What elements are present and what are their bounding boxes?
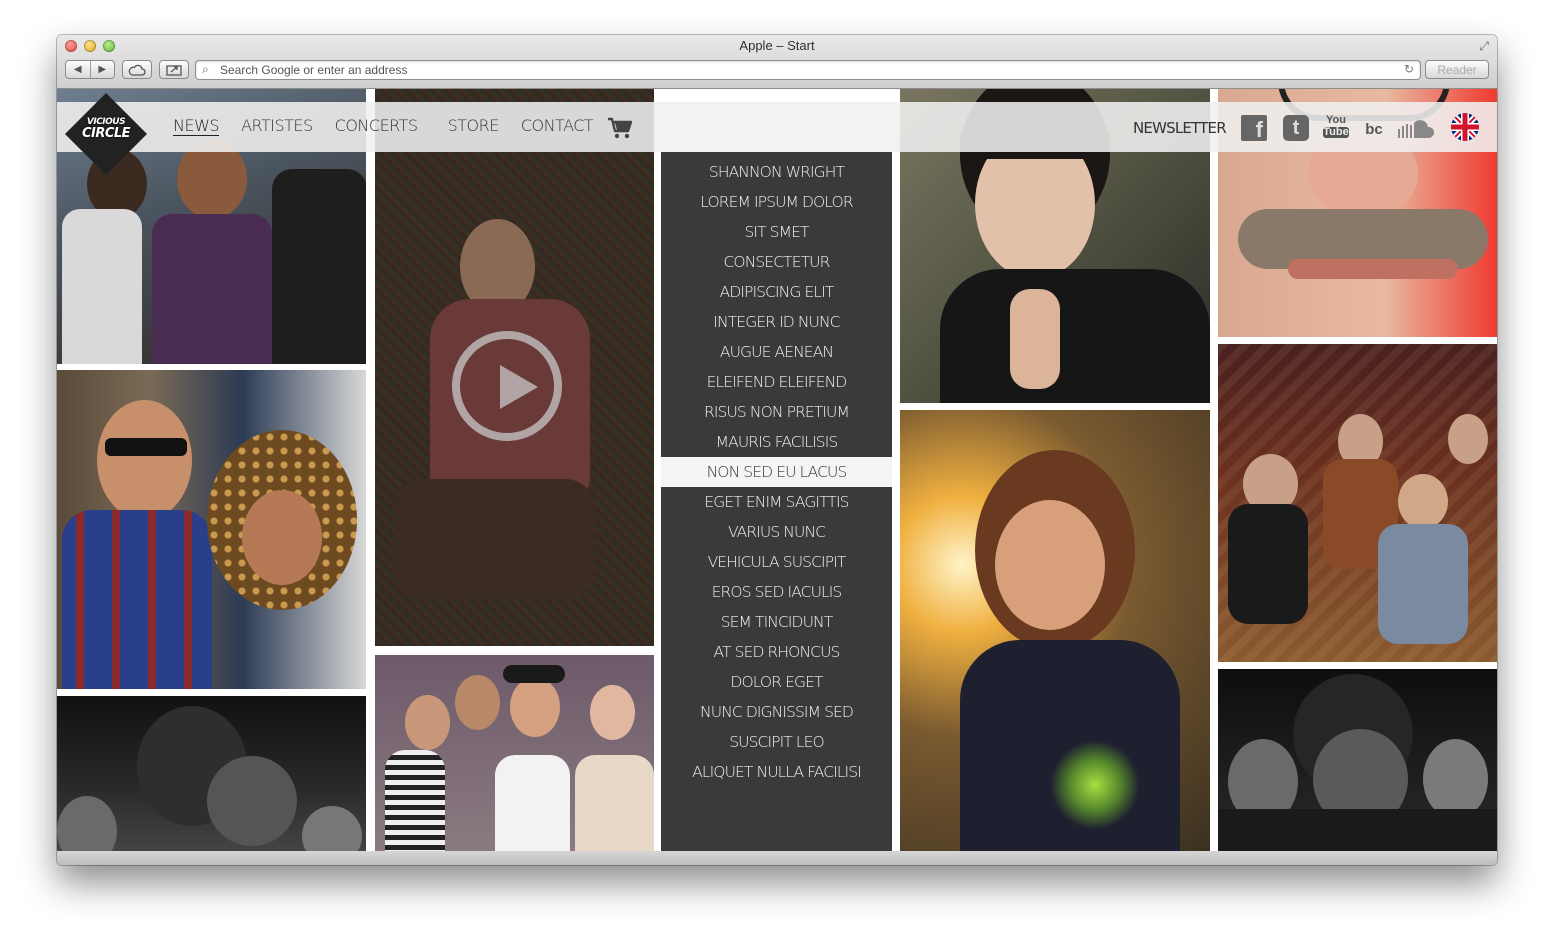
photo-woman-sunlight[interactable] — [900, 410, 1210, 851]
artist-menu-item[interactable]: DOLOR EGET — [661, 667, 892, 697]
share-icon — [166, 65, 182, 76]
photo-figure — [1228, 504, 1308, 624]
cloud-icon — [128, 64, 146, 76]
artist-menu-item[interactable]: SIT SMET — [661, 217, 892, 247]
artist-menu-item-active[interactable]: NON SED EU LACUS — [661, 457, 892, 487]
photo-figure — [207, 756, 297, 846]
artist-menu-item[interactable]: SEM TINCIDUNT — [661, 607, 892, 637]
photo-figure — [1423, 739, 1488, 819]
photo-band-cafe[interactable] — [1218, 344, 1497, 662]
artist-menu: SHANNON WRIGHT LOREM IPSUM DOLOR SIT SME… — [661, 152, 892, 851]
photo-figure — [152, 214, 272, 364]
photo-figure — [495, 755, 570, 851]
photo-figure — [1218, 809, 1497, 851]
artist-menu-item[interactable]: ADIPISCING ELIT — [661, 277, 892, 307]
artist-menu-item[interactable]: MAURIS FACILISIS — [661, 427, 892, 457]
photo-figure — [395, 479, 595, 599]
photo-figure — [272, 169, 366, 364]
photo-figure — [995, 500, 1105, 630]
lens-flare — [1050, 740, 1140, 830]
search-icon: ⌕ — [202, 62, 209, 76]
artist-menu-item[interactable]: ALIQUET NULLA FACILISI — [661, 757, 892, 787]
nav-artistes[interactable]: ARTISTES — [241, 116, 313, 135]
artist-menu-item[interactable]: VARIUS NUNC — [661, 517, 892, 547]
forward-button[interactable]: ▶ — [91, 64, 115, 75]
photo-figure — [62, 209, 142, 364]
lips — [1288, 259, 1458, 279]
window-title: Apple – Start — [739, 38, 815, 53]
artist-menu-item[interactable]: VEHICULA SUSCIPIT — [661, 547, 892, 577]
photo-band-bw[interactable] — [57, 696, 366, 851]
artist-menu-item[interactable]: NUNC DIGNISSIM SED — [661, 697, 892, 727]
address-input[interactable] — [220, 62, 1370, 78]
nav-contact[interactable]: CONTACT — [521, 116, 594, 135]
photo-figure — [1398, 474, 1448, 529]
facebook-icon[interactable]: f — [1241, 115, 1267, 142]
bandcamp-icon[interactable]: bc — [1361, 115, 1387, 141]
youtube-label-bottom: Tube — [1323, 126, 1349, 138]
photo-figure — [385, 750, 445, 851]
reload-icon[interactable]: ↻ — [1404, 62, 1414, 76]
artist-menu-item[interactable]: RISUS NON PRETIUM — [661, 397, 892, 427]
hand — [1010, 289, 1060, 389]
youtube-icon[interactable]: You Tube — [1323, 115, 1349, 141]
photo-figure — [242, 490, 322, 585]
youtube-label-top: You — [1326, 114, 1346, 126]
photo-figure — [57, 796, 117, 851]
photo-figure — [455, 675, 500, 730]
site-logo[interactable]: VICIOUS CIRCLE — [69, 116, 143, 140]
nav-news[interactable]: NEWS — [173, 116, 220, 135]
artist-menu-item[interactable]: AT SED RHONCUS — [661, 637, 892, 667]
hat — [503, 665, 565, 683]
fullscreen-icon[interactable]: ⤢ — [1479, 39, 1489, 54]
soundcloud-icon[interactable] — [1397, 119, 1437, 139]
photo-figure — [590, 685, 635, 740]
cart-icon[interactable] — [607, 117, 633, 139]
icloud-tabs-button[interactable] — [122, 60, 152, 79]
photo-band-group[interactable] — [375, 655, 654, 851]
play-icon[interactable] — [452, 331, 562, 441]
reader-button[interactable]: Reader — [1425, 60, 1489, 79]
nav-store[interactable]: STORE — [448, 116, 500, 135]
photo-figure — [62, 510, 212, 689]
photo-figure — [1448, 414, 1488, 464]
photo-figure — [97, 400, 192, 520]
photo-figure — [575, 755, 654, 851]
artist-menu-item[interactable]: EROS SED IACULIS — [661, 577, 892, 607]
back-button[interactable]: ◀ — [66, 64, 90, 75]
artist-menu-item[interactable]: SHANNON WRIGHT — [661, 157, 892, 187]
twitter-icon[interactable]: t — [1283, 115, 1309, 141]
browser-toolbar: Apple – Start ⤢ ◀ ▶ ⌕ ↻ Reader — [57, 35, 1497, 89]
artist-menu-item[interactable]: CONSECTETUR — [661, 247, 892, 277]
uk-flag-icon[interactable] — [1451, 113, 1479, 141]
main-nav: NEWS ARTISTES CONCERTS STORE CONTACT — [173, 116, 615, 135]
nav-concerts[interactable]: CONCERTS — [335, 116, 418, 135]
web-page: SHANNON WRIGHT LOREM IPSUM DOLOR SIT SME… — [57, 89, 1497, 851]
artist-menu-item[interactable]: EGET ENIM SAGITTIS — [661, 487, 892, 517]
address-bar[interactable]: ⌕ ↻ — [195, 60, 1421, 80]
photo-figure — [510, 677, 560, 737]
share-button[interactable] — [159, 60, 189, 79]
photo-band-bw-2[interactable] — [1218, 669, 1497, 851]
window-bottom-edge — [57, 851, 1497, 865]
logo-line-2: CIRCLE — [81, 126, 131, 141]
browser-window: Apple – Start ⤢ ◀ ▶ ⌕ ↻ Reader — [57, 35, 1497, 865]
artist-menu-item[interactable]: INTEGER ID NUNC — [661, 307, 892, 337]
artist-menu-item[interactable]: LOREM IPSUM DOLOR — [661, 187, 892, 217]
photo-figure — [1378, 524, 1468, 644]
artist-menu-item[interactable]: SUSCIPIT LEO — [661, 727, 892, 757]
photo-figure — [940, 269, 1210, 403]
newsletter-link[interactable]: NEWSLETTER — [1133, 119, 1227, 137]
artist-menu-item[interactable]: AUGUE AENEAN — [661, 337, 892, 367]
artist-menu-item[interactable]: ELEIFEND ELEIFEND — [661, 367, 892, 397]
photo-figure — [302, 806, 362, 851]
photo-figure — [405, 695, 450, 750]
back-forward-buttons: ◀ ▶ — [65, 60, 115, 79]
photo-duo-graffiti[interactable] — [57, 370, 366, 689]
sunglasses — [105, 438, 187, 456]
